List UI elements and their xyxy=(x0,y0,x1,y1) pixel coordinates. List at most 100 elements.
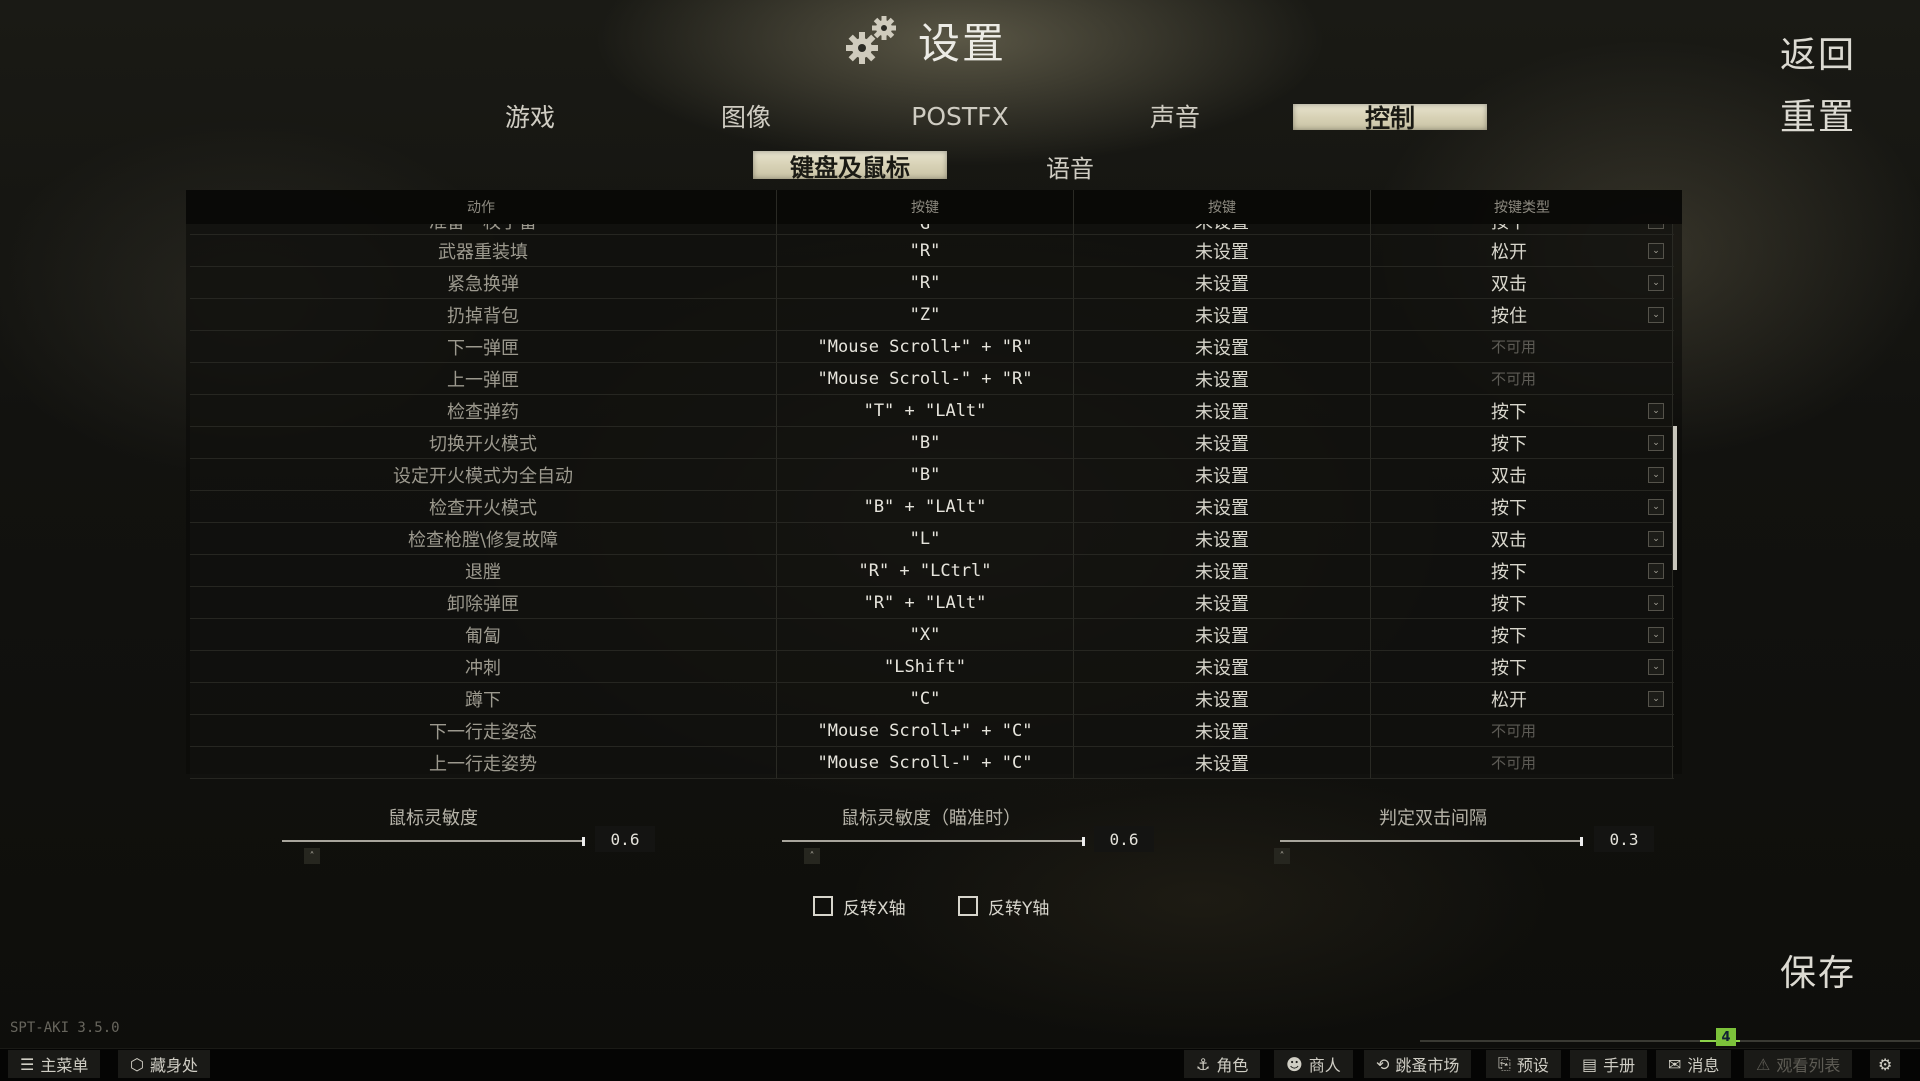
secondary-key-cell[interactable]: 未设置 xyxy=(1074,235,1371,266)
chevron-down-icon[interactable]: ⌄ xyxy=(1648,242,1664,259)
secondary-key-cell[interactable]: 未设置 xyxy=(1074,523,1371,554)
aim-sensitivity-knob[interactable] xyxy=(1082,837,1085,846)
key-type-cell[interactable]: 按下 ⌄ xyxy=(1371,619,1673,650)
key-type-cell[interactable]: 按下 ⌄ xyxy=(1371,224,1673,234)
traders-button[interactable]: ☻ 商人 xyxy=(1274,1050,1353,1078)
chevron-down-icon[interactable]: ⌄ xyxy=(1648,530,1664,547)
settings-button[interactable]: ⚙ xyxy=(1870,1050,1901,1078)
primary-key-cell[interactable]: "Mouse Scroll-" + "C" xyxy=(777,747,1074,778)
mouse-sensitivity-slider[interactable] xyxy=(282,840,584,842)
aim-sensitivity-value[interactable]: 0.6 xyxy=(1094,826,1154,852)
save-button[interactable]: 保存 xyxy=(1780,944,1856,996)
primary-key-cell[interactable]: "G" xyxy=(777,224,1074,234)
primary-key-cell[interactable]: "Z" xyxy=(777,299,1074,330)
secondary-key-cell[interactable]: 未设置 xyxy=(1074,651,1371,682)
table-scrollbar-thumb[interactable] xyxy=(1673,426,1677,570)
secondary-key-cell[interactable]: 未设置 xyxy=(1074,715,1371,746)
secondary-key-cell[interactable]: 未设置 xyxy=(1074,331,1371,362)
primary-key-cell[interactable]: "LShift" xyxy=(777,651,1074,682)
secondary-key-cell[interactable]: 未设置 xyxy=(1074,427,1371,458)
primary-key-cell[interactable]: "R" xyxy=(777,235,1074,266)
double-click-interval-up-icon[interactable]: ˄ xyxy=(1274,848,1290,864)
key-type-cell[interactable]: 松开 ⌄ xyxy=(1371,683,1673,714)
chevron-down-icon[interactable]: ⌄ xyxy=(1648,224,1664,229)
chevron-down-icon[interactable]: ⌄ xyxy=(1648,498,1664,515)
aim-sensitivity-slider[interactable] xyxy=(782,840,1084,842)
mouse-sensitivity-knob[interactable] xyxy=(582,837,585,846)
chevron-down-icon[interactable]: ⌄ xyxy=(1648,594,1664,611)
primary-key-cell[interactable]: "R" + "LCtrl" xyxy=(777,555,1074,586)
key-type-cell[interactable]: 双击 ⌄ xyxy=(1371,267,1673,298)
secondary-key-cell[interactable]: 未设置 xyxy=(1074,267,1371,298)
primary-key-cell[interactable]: "L" xyxy=(777,523,1074,554)
primary-key-cell[interactable]: "Mouse Scroll-" + "R" xyxy=(777,363,1074,394)
double-click-interval-slider[interactable] xyxy=(1280,840,1582,842)
secondary-key-cell[interactable]: 未设置 xyxy=(1074,459,1371,490)
aim-sensitivity-up-icon[interactable]: ˄ xyxy=(804,848,820,864)
subtab-voice[interactable]: 语音 xyxy=(1010,150,1130,183)
hideout-button[interactable]: ⬡ 藏身处 xyxy=(118,1050,210,1078)
chevron-down-icon[interactable]: ⌄ xyxy=(1648,626,1664,643)
main-menu-button[interactable]: ☰ 主菜单 xyxy=(8,1050,101,1078)
secondary-key-cell[interactable]: 未设置 xyxy=(1074,619,1371,650)
key-type-cell[interactable]: 按下 ⌄ xyxy=(1371,491,1673,522)
secondary-key-cell[interactable]: 未设置 xyxy=(1074,224,1371,234)
secondary-key-cell[interactable]: 未设置 xyxy=(1074,395,1371,426)
chevron-down-icon[interactable]: ⌄ xyxy=(1648,274,1664,291)
secondary-key-cell[interactable]: 未设置 xyxy=(1074,683,1371,714)
chevron-down-icon[interactable]: ⌄ xyxy=(1648,690,1664,707)
action-cell: 匍匐 xyxy=(190,619,777,650)
secondary-key-cell[interactable]: 未设置 xyxy=(1074,555,1371,586)
secondary-key-cell[interactable]: 未设置 xyxy=(1074,299,1371,330)
presets-button[interactable]: ⎘ 预设 xyxy=(1486,1050,1561,1078)
tab-graphics[interactable]: 图像 xyxy=(686,98,806,134)
primary-key-cell[interactable]: "R" + "LAlt" xyxy=(777,587,1074,618)
key-type-cell[interactable]: 按下 ⌄ xyxy=(1371,427,1673,458)
handbook-button[interactable]: ▤ 手册 xyxy=(1570,1050,1648,1078)
primary-key-cell[interactable]: "X" xyxy=(777,619,1074,650)
primary-key-cell[interactable]: "Mouse Scroll+" + "C" xyxy=(777,715,1074,746)
reset-button[interactable]: 重置 xyxy=(1780,88,1856,140)
key-type-cell[interactable]: 双击 ⌄ xyxy=(1371,459,1673,490)
mouse-sensitivity-value[interactable]: 0.6 xyxy=(595,826,655,852)
character-button[interactable]: ⚓ 角色 xyxy=(1184,1050,1261,1078)
double-click-interval-value[interactable]: 0.3 xyxy=(1594,826,1654,852)
secondary-key-cell[interactable]: 未设置 xyxy=(1074,363,1371,394)
primary-key-cell[interactable]: "C" xyxy=(777,683,1074,714)
key-type-cell[interactable]: 按住 ⌄ xyxy=(1371,299,1673,330)
primary-key-cell[interactable]: "B" + "LAlt" xyxy=(777,491,1074,522)
tab-controls[interactable]: 控制 xyxy=(1293,104,1487,133)
primary-key-cell[interactable]: "B" xyxy=(777,427,1074,458)
messages-button[interactable]: ✉ 消息 xyxy=(1656,1050,1732,1078)
tab-postfx[interactable]: POSTFX xyxy=(900,98,1020,134)
chevron-down-icon[interactable]: ⌄ xyxy=(1648,562,1664,579)
chevron-down-icon[interactable]: ⌄ xyxy=(1648,434,1664,451)
key-type-cell[interactable]: 按下 ⌄ xyxy=(1371,651,1673,682)
tab-game[interactable]: 游戏 xyxy=(470,98,590,134)
chevron-down-icon[interactable]: ⌄ xyxy=(1648,658,1664,675)
key-type-cell[interactable]: 双击 ⌄ xyxy=(1371,523,1673,554)
key-type-cell[interactable]: 按下 ⌄ xyxy=(1371,587,1673,618)
flea-market-button[interactable]: ⟲ 跳蚤市场 xyxy=(1364,1050,1472,1078)
chevron-down-icon[interactable]: ⌄ xyxy=(1648,402,1664,419)
watchlist-button[interactable]: ⚠ 观看列表 xyxy=(1744,1050,1853,1078)
back-button[interactable]: 返回 xyxy=(1780,26,1856,78)
secondary-key-cell[interactable]: 未设置 xyxy=(1074,587,1371,618)
key-type-cell[interactable]: 按下 ⌄ xyxy=(1371,395,1673,426)
primary-key-cell[interactable]: "Mouse Scroll+" + "R" xyxy=(777,331,1074,362)
secondary-key-cell[interactable]: 未设置 xyxy=(1074,747,1371,778)
chevron-down-icon[interactable]: ⌄ xyxy=(1648,466,1664,483)
tab-sound[interactable]: 声音 xyxy=(1115,98,1235,134)
primary-key-cell[interactable]: "R" xyxy=(777,267,1074,298)
chevron-down-icon[interactable]: ⌄ xyxy=(1648,306,1664,323)
key-type-cell[interactable]: 松开 ⌄ xyxy=(1371,235,1673,266)
subtab-keyboard-mouse[interactable]: 键盘及鼠标 xyxy=(753,151,947,182)
key-type-cell[interactable]: 按下 ⌄ xyxy=(1371,555,1673,586)
primary-key-cell[interactable]: "T" + "LAlt" xyxy=(777,395,1074,426)
mouse-sensitivity-up-icon[interactable]: ˄ xyxy=(304,848,320,864)
primary-key-cell[interactable]: "B" xyxy=(777,459,1074,490)
invert-x-checkbox[interactable] xyxy=(813,896,833,916)
secondary-key-cell[interactable]: 未设置 xyxy=(1074,491,1371,522)
invert-y-checkbox[interactable] xyxy=(958,896,978,916)
double-click-interval-knob[interactable] xyxy=(1580,837,1583,846)
